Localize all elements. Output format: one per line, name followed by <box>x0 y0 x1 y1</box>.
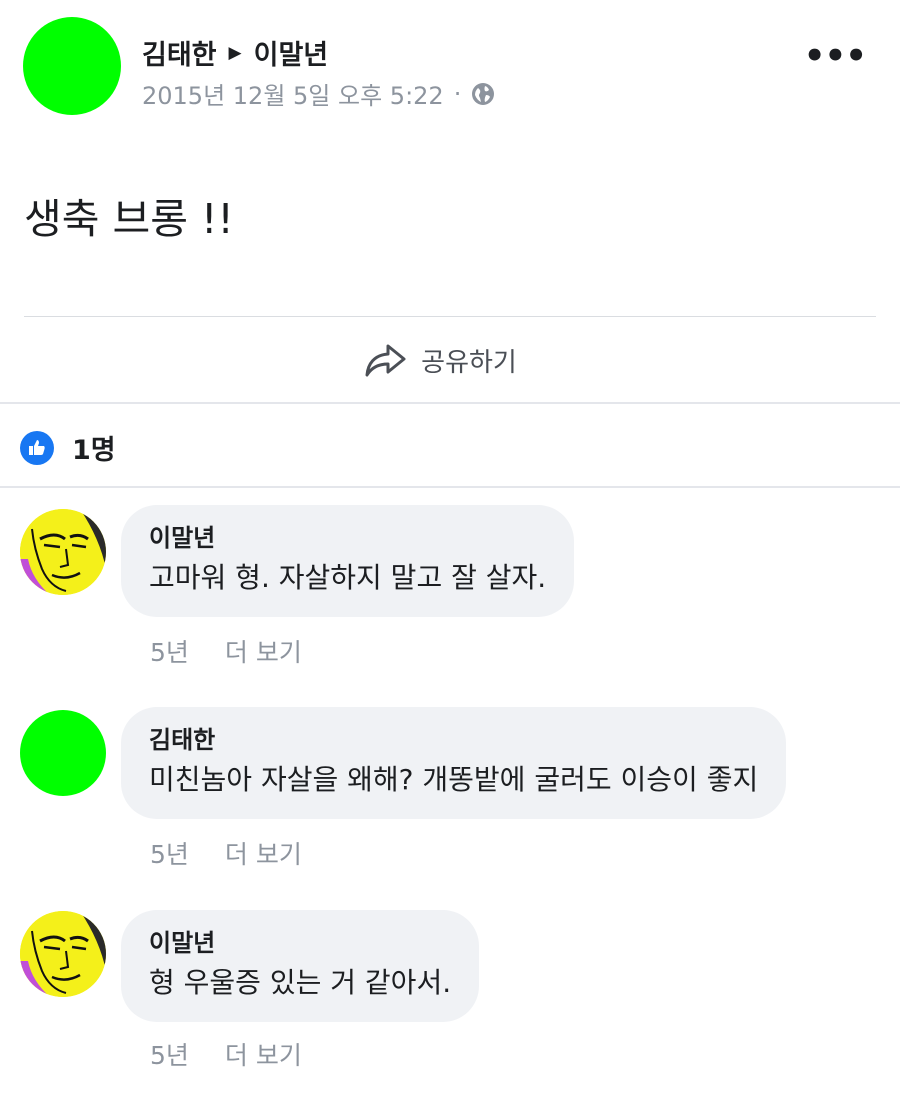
more-options-button[interactable]: ••• <box>804 39 867 73</box>
commenter-avatar[interactable] <box>20 710 106 796</box>
globe-icon <box>472 82 495 105</box>
reaction-count: 1명 <box>72 435 116 466</box>
see-more-link[interactable]: 더 보기 <box>225 835 302 871</box>
comment-bubble[interactable]: 이말년 형 우울증 있는 거 같아서. <box>121 910 480 1022</box>
post-text: 생축 브롱 !! <box>24 195 234 243</box>
share-arrow-icon <box>365 344 406 377</box>
comment-time[interactable]: 5년 <box>150 835 189 871</box>
comment-text: 미친놈아 자살을 왜해? 개똥밭에 굴러도 이승이 좋지 <box>149 763 759 796</box>
share-button[interactable]: 공유하기 <box>0 318 900 402</box>
author-line: 김태한 ▶ 이말년 <box>142 33 328 72</box>
comment-actions: 5년 더 보기 <box>150 633 302 669</box>
post-timestamp[interactable]: 2015년 12월 5일 오후 5:22 <box>142 76 444 111</box>
triangle-right-icon: ▶ <box>228 42 242 63</box>
author-avatar[interactable] <box>23 17 121 115</box>
post-header: 김태한 ▶ 이말년 2015년 12월 5일 오후 5:22 · ••• <box>0 0 900 130</box>
face-drawing-icon <box>20 911 106 997</box>
face-drawing-icon <box>20 509 106 595</box>
comment-time[interactable]: 5년 <box>150 633 189 669</box>
comment-actions: 5년 더 보기 <box>150 1036 302 1072</box>
comment-bubble[interactable]: 김태한 미친놈아 자살을 왜해? 개똥밭에 굴러도 이승이 좋지 <box>121 707 787 819</box>
target-name[interactable]: 이말년 <box>254 33 329 72</box>
comment-actions: 5년 더 보기 <box>150 835 302 871</box>
see-more-link[interactable]: 더 보기 <box>225 1036 302 1072</box>
comment-author[interactable]: 이말년 <box>149 926 451 960</box>
thumbs-up-icon <box>20 430 54 465</box>
share-label: 공유하기 <box>421 347 517 378</box>
comment-text: 고마워 형. 자살하지 말고 잘 살자. <box>149 561 547 594</box>
post-meta: 2015년 12월 5일 오후 5:22 · <box>142 76 495 111</box>
meta-separator: · <box>453 79 462 108</box>
commenter-avatar[interactable] <box>20 509 106 595</box>
comment-author[interactable]: 김태한 <box>149 723 758 757</box>
reactions-summary[interactable]: 1명 <box>20 428 116 467</box>
divider <box>0 402 900 404</box>
comment-text: 형 우울증 있는 거 같아서. <box>149 966 452 999</box>
author-name[interactable]: 김태한 <box>142 33 217 72</box>
see-more-link[interactable]: 더 보기 <box>225 633 302 669</box>
comment-time[interactable]: 5년 <box>150 1036 189 1072</box>
commenter-avatar[interactable] <box>20 911 106 997</box>
comment-bubble[interactable]: 이말년 고마워 형. 자살하지 말고 잘 살자. <box>121 505 575 617</box>
divider <box>0 486 900 488</box>
divider <box>24 316 876 317</box>
comment-author[interactable]: 이말년 <box>149 521 546 555</box>
